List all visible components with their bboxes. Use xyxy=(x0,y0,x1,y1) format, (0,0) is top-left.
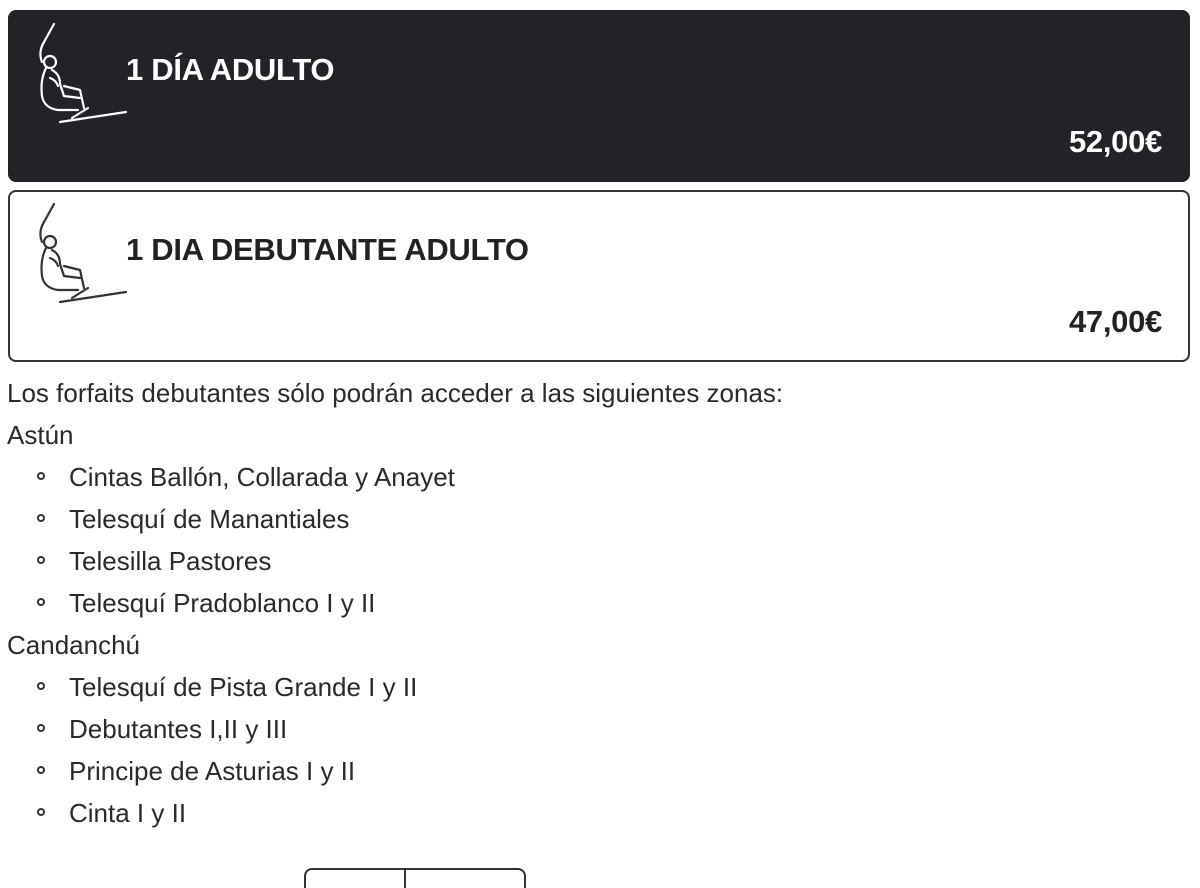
product-card-1-dia-debutante-adulto[interactable]: 1 DIA DEBUTANTE ADULTO 47,00€ xyxy=(8,190,1190,362)
product-name: 1 DIA DEBUTANTE ADULTO xyxy=(126,232,529,267)
chairlift-skier-icon xyxy=(39,22,128,124)
list-item-label: Debutantes I,II y III xyxy=(69,714,288,744)
product-name: 1 DÍA ADULTO xyxy=(126,52,335,87)
list-item-label: Principe de Asturias I y II xyxy=(69,756,356,786)
list-item: Cintas Ballón, Collarada y Anayet xyxy=(7,456,783,498)
list-item: Telesquí Pradoblanco I y II xyxy=(7,582,783,624)
zone-list: Cintas Ballón, Collarada y Anayet Telesq… xyxy=(7,456,783,624)
product-card-1-dia-adulto[interactable]: 1 DÍA ADULTO 52,00€ xyxy=(8,10,1190,182)
circle-bullet-icon xyxy=(37,766,45,774)
product-price: 52,00€ xyxy=(1068,124,1162,159)
circle-bullet-icon xyxy=(37,724,45,732)
list-item-label: Telesilla Pastores xyxy=(69,546,272,576)
beginner-zones-info: Los forfaits debutantes sólo podrán acce… xyxy=(7,372,783,834)
quantity-stepper[interactable] xyxy=(304,868,526,888)
decrement-button[interactable] xyxy=(306,870,406,888)
quantity-input[interactable] xyxy=(406,870,524,888)
list-item-label: Cintas Ballón, Collarada y Anayet xyxy=(69,462,455,492)
zone-group-title: Candanchú xyxy=(7,630,140,660)
zone-list: Telesquí de Pista Grande I y II Debutant… xyxy=(7,666,783,834)
circle-bullet-icon xyxy=(37,472,45,480)
circle-bullet-icon xyxy=(37,514,45,522)
circle-bullet-icon xyxy=(37,598,45,606)
chairlift-skier-icon xyxy=(39,202,128,304)
list-item-label: Telesquí de Pista Grande I y II xyxy=(69,672,418,702)
zone-group-title: Astún xyxy=(7,420,74,450)
list-item: Cinta I y II xyxy=(7,792,783,834)
info-intro: Los forfaits debutantes sólo podrán acce… xyxy=(7,378,784,408)
list-item: Telesquí de Pista Grande I y II xyxy=(7,666,783,708)
circle-bullet-icon xyxy=(37,808,45,816)
page: 1 DÍA ADULTO 52,00€ 1 DIA DEBUTANTE ADUL… xyxy=(0,0,1200,888)
list-item-label: Cinta I y II xyxy=(69,798,187,828)
list-item: Debutantes I,II y III xyxy=(7,708,783,750)
circle-bullet-icon xyxy=(37,556,45,564)
list-item: Principe de Asturias I y II xyxy=(7,750,783,792)
product-price: 47,00€ xyxy=(1068,304,1162,339)
circle-bullet-icon xyxy=(37,682,45,690)
list-item: Telesquí de Manantiales xyxy=(7,498,783,540)
list-item-label: Telesquí Pradoblanco I y II xyxy=(69,588,376,618)
list-item: Telesilla Pastores xyxy=(7,540,783,582)
list-item-label: Telesquí de Manantiales xyxy=(69,504,350,534)
